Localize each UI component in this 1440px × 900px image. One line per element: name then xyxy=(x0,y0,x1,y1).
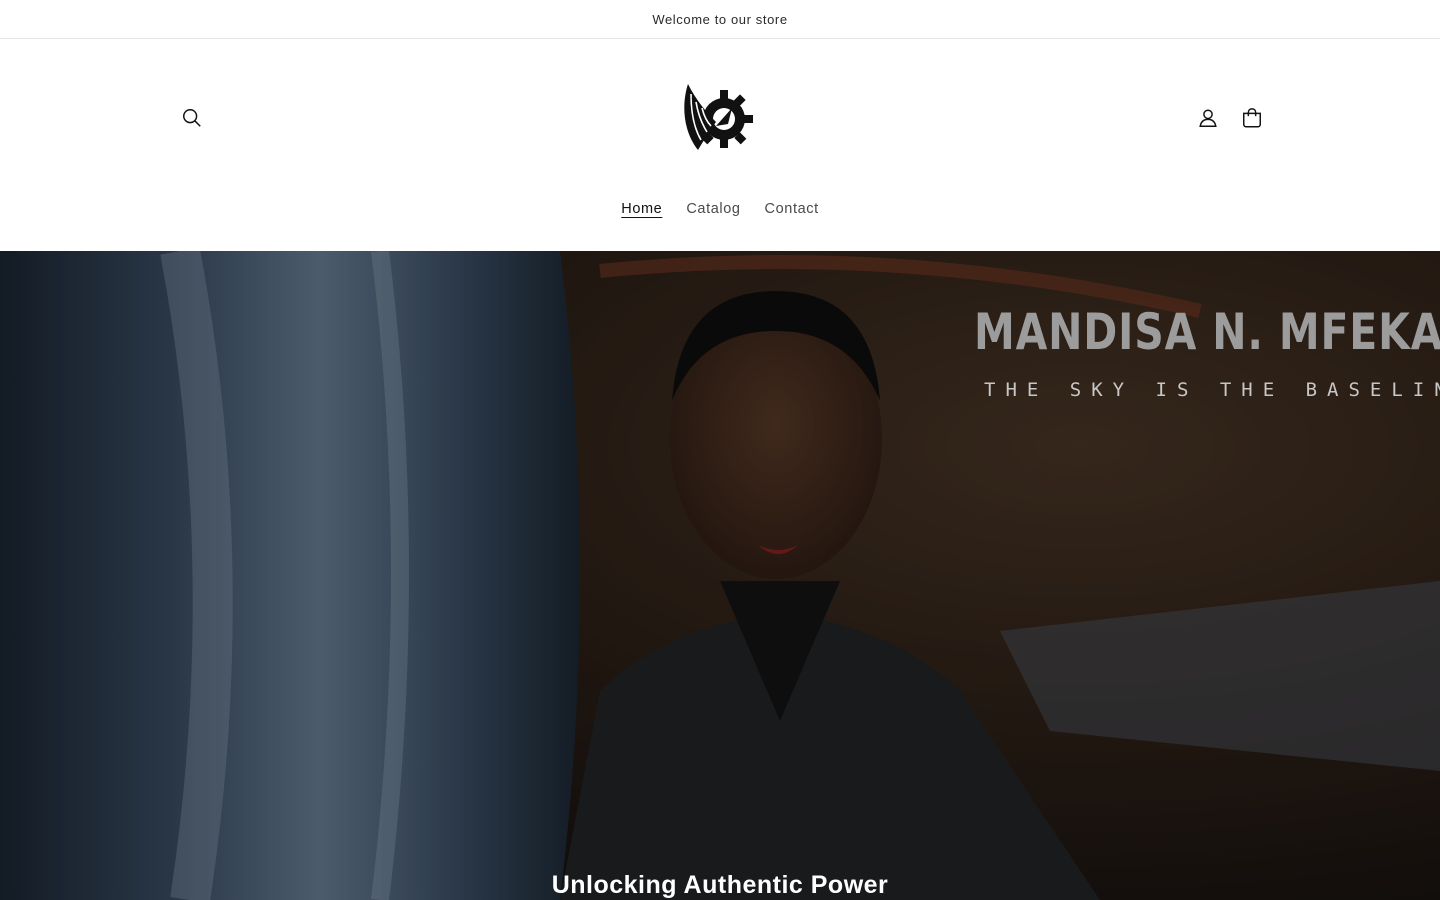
announcement-bar: Welcome to our store xyxy=(0,0,1440,39)
site-header: Home Catalog Contact xyxy=(0,39,1440,251)
hero-heading: Unlocking Authentic Power xyxy=(551,871,889,899)
nav-catalog[interactable]: Catalog xyxy=(674,197,752,221)
hero-tagline: THE SKY IS THE BASELINE xyxy=(984,379,1440,401)
search-button[interactable] xyxy=(170,96,214,140)
hero-name: MANDISA N. MFEKA xyxy=(974,303,1440,361)
search-icon xyxy=(183,109,201,127)
account-icon xyxy=(1199,109,1217,127)
cart-icon xyxy=(1243,108,1261,128)
nav-home[interactable]: Home xyxy=(609,197,674,221)
announcement-text: Welcome to our store xyxy=(652,11,788,27)
cart-button[interactable] xyxy=(1230,96,1274,140)
hero-banner: MANDISA N. MFEKA THE SKY IS THE BASELINE… xyxy=(0,251,1440,900)
account-button[interactable] xyxy=(1186,96,1230,140)
winged-gear-logo[interactable] xyxy=(676,78,758,160)
nav-contact[interactable]: Contact xyxy=(753,197,831,221)
main-nav: Home Catalog Contact xyxy=(0,197,1440,221)
